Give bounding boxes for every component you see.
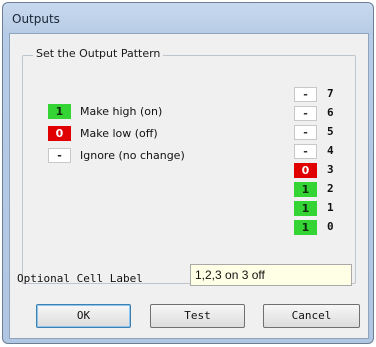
bit-0-number: 0 (327, 220, 334, 233)
bit-1-toggle[interactable]: 1 (294, 201, 317, 216)
key-low-swatch: 0 (48, 126, 71, 141)
key-low-label: Make low (off) (80, 127, 158, 140)
outputs-dialog: Outputs Set the Output Pattern 1 Make hi… (2, 2, 374, 344)
bit-5-toggle[interactable]: - (294, 125, 317, 140)
bit-2-toggle[interactable]: 1 (294, 182, 317, 197)
key-high-swatch: 1 (48, 104, 71, 119)
key-high-label: Make high (on) (80, 105, 163, 118)
ok-button[interactable]: OK (36, 304, 131, 328)
bit-3-toggle[interactable]: 0 (294, 163, 317, 178)
bit-7-number: 7 (327, 87, 334, 100)
dialog-title: Outputs (12, 12, 60, 26)
bit-4-number: 4 (327, 144, 334, 157)
bit-3-number: 3 (327, 163, 334, 176)
cell-label-caption: Optional Cell Label (17, 272, 143, 285)
bit-6-toggle[interactable]: - (294, 106, 317, 121)
bit-1-number: 1 (327, 201, 334, 214)
bit-2-number: 2 (327, 182, 334, 195)
dialog-client-area: Set the Output Pattern 1 Make high (on) … (9, 33, 369, 339)
test-button[interactable]: Test (150, 304, 245, 328)
output-pattern-group: Set the Output Pattern 1 Make high (on) … (22, 47, 356, 284)
key-ignore-swatch: - (48, 148, 71, 163)
bit-0-toggle[interactable]: 1 (294, 220, 317, 235)
cell-label-input[interactable] (190, 264, 352, 286)
bit-6-number: 6 (327, 106, 334, 119)
bit-4-toggle[interactable]: - (294, 144, 317, 159)
group-legend: Set the Output Pattern (33, 47, 164, 60)
key-ignore-label: Ignore (no change) (80, 149, 185, 162)
bit-7-toggle[interactable]: - (294, 87, 317, 102)
cancel-button[interactable]: Cancel (263, 304, 360, 328)
bit-5-number: 5 (327, 125, 334, 138)
